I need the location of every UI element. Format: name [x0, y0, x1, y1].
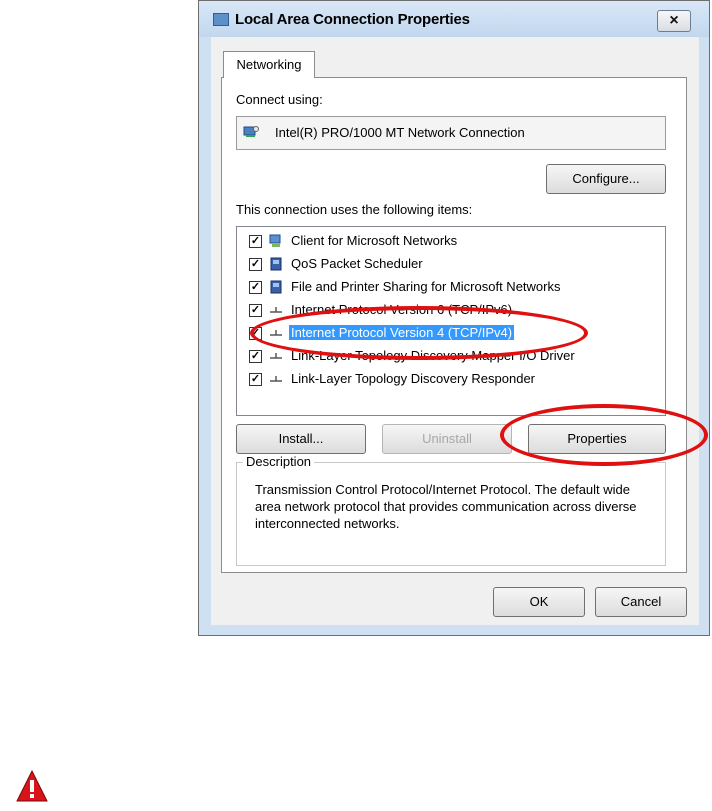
- item-checkbox[interactable]: ✓: [249, 304, 262, 317]
- annotation-oval-properties: [500, 404, 708, 466]
- network-connection-icon: [213, 13, 229, 26]
- connect-using-label: Connect using:: [236, 92, 323, 107]
- item-checkbox[interactable]: ✓: [249, 373, 262, 386]
- item-checkbox[interactable]: ✓: [249, 281, 262, 294]
- item-label: QoS Packet Scheduler: [291, 256, 423, 271]
- items-label: This connection uses the following items…: [236, 202, 473, 217]
- cancel-button[interactable]: Cancel: [595, 587, 687, 617]
- item-label: Link-Layer Topology Discovery Responder: [291, 371, 535, 386]
- list-item[interactable]: ✓ File and Printer Sharing for Microsoft…: [237, 277, 637, 299]
- warning-icon: [16, 769, 48, 802]
- adapter-field: Intel(R) PRO/1000 MT Network Connection: [236, 116, 666, 150]
- protocol-icon: [270, 307, 282, 313]
- title-bar[interactable]: Local Area Connection Properties ×: [199, 1, 709, 37]
- network-adapter-icon: [243, 126, 259, 137]
- uninstall-button[interactable]: Uninstall: [382, 424, 512, 454]
- network-service-icon: [270, 280, 282, 294]
- adapter-name: Intel(R) PRO/1000 MT Network Connection: [275, 125, 525, 140]
- network-client-icon: [269, 234, 281, 247]
- item-label: File and Printer Sharing for Microsoft N…: [291, 279, 561, 294]
- install-button[interactable]: Install...: [236, 424, 366, 454]
- list-item[interactable]: ✓ Link-Layer Topology Discovery Responde…: [237, 369, 637, 391]
- network-service-icon: [270, 257, 282, 271]
- description-legend: Description: [243, 454, 315, 469]
- close-button[interactable]: ×: [657, 10, 691, 32]
- configure-button[interactable]: Configure...: [546, 164, 666, 194]
- list-item[interactable]: ✓ QoS Packet Scheduler: [237, 254, 637, 276]
- item-checkbox[interactable]: ✓: [249, 350, 262, 363]
- item-checkbox[interactable]: ✓: [249, 258, 262, 271]
- protocol-icon: [270, 353, 282, 359]
- list-item[interactable]: ✓ Client for Microsoft Networks: [237, 231, 637, 253]
- description-group: Description Transmission Control Protoco…: [236, 454, 666, 566]
- item-label: Client for Microsoft Networks: [291, 233, 458, 248]
- annotation-oval-ipv4: [250, 306, 588, 360]
- item-checkbox[interactable]: ✓: [249, 235, 262, 248]
- description-text: Transmission Control Protocol/Internet P…: [255, 482, 637, 531]
- ok-button[interactable]: OK: [493, 587, 585, 617]
- tab-networking[interactable]: Networking: [223, 51, 315, 78]
- protocol-icon: [270, 376, 282, 382]
- window-title: Local Area Connection Properties: [235, 11, 470, 28]
